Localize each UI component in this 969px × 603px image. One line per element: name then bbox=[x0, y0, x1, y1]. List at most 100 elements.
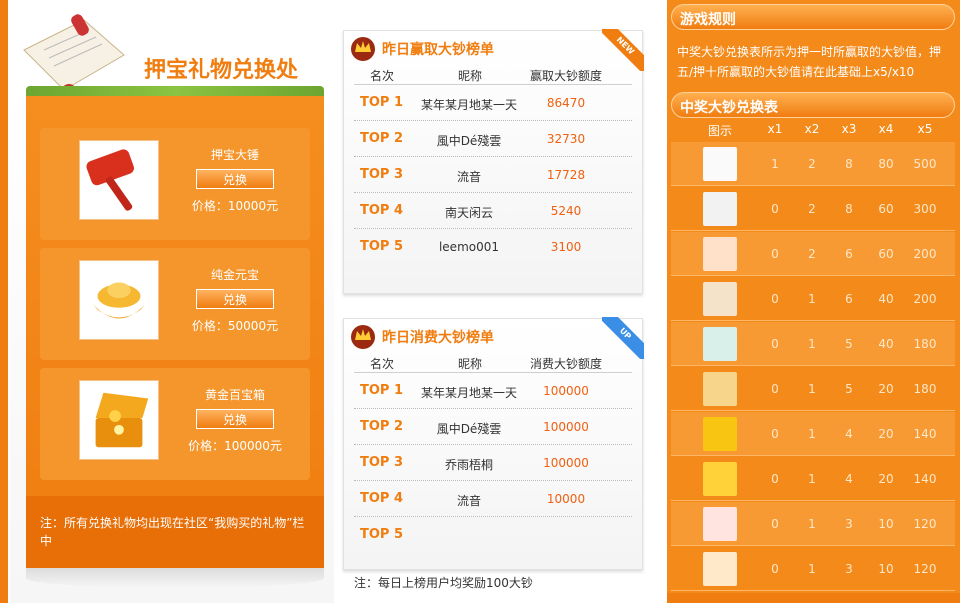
dumpling-icon bbox=[703, 282, 737, 316]
gold-ingot-icon bbox=[79, 260, 159, 340]
col-rank: 名次 bbox=[370, 357, 395, 371]
gift-price: 价格：10000元 bbox=[191, 199, 279, 213]
prize-value: 0 bbox=[771, 292, 779, 306]
rank-win-columns: 名次 昵称 赢取大钞额度 bbox=[354, 65, 632, 85]
rank-spend-columns: 名次 昵称 消费大钞额度 bbox=[354, 353, 632, 373]
prize-value: 40 bbox=[878, 337, 894, 351]
exchange-button-chest[interactable]: 兑换 bbox=[196, 409, 274, 429]
col-x5: x5 bbox=[917, 122, 933, 136]
rank-win-title: 昨日赢取大钞榜单 bbox=[382, 42, 494, 58]
table-header-bar: 中奖大钞兑换表 bbox=[671, 92, 955, 118]
table-row: 0 2 6 60 200 bbox=[671, 232, 955, 276]
prize-value: 0 bbox=[771, 382, 779, 396]
exchange-button-hammer[interactable]: 兑换 bbox=[196, 169, 274, 189]
treasure-chest-icon bbox=[79, 380, 159, 460]
exchange-button-ingot[interactable]: 兑换 bbox=[196, 289, 274, 309]
rank-spend-title: 昨日消费大钞榜单 bbox=[382, 330, 494, 346]
gift-price: 价格：100000元 bbox=[188, 439, 282, 453]
rank-value: 86470 bbox=[546, 96, 586, 110]
gift-card-ingot: 纯金元宝 兑换 价格：50000元 bbox=[40, 248, 310, 360]
rank-name: leemo001 bbox=[438, 240, 500, 254]
col-rank: 名次 bbox=[370, 69, 395, 83]
table-row: TOP 1 某年某月地某一天 86470 bbox=[354, 85, 632, 121]
prize-value: 40 bbox=[878, 292, 894, 306]
page-title: 押宝礼物兑换处 bbox=[144, 58, 299, 83]
rank-value: 32730 bbox=[546, 132, 586, 146]
prize-value: 3 bbox=[845, 517, 853, 531]
prize-value: 0 bbox=[771, 247, 779, 261]
table-row: TOP 1 某年某月地某一天 100000 bbox=[354, 373, 632, 409]
table-row: 0 1 3 10 120 bbox=[671, 547, 955, 591]
cookie-icon bbox=[703, 372, 737, 406]
panel-shadow bbox=[26, 568, 324, 588]
panel-bottom bbox=[667, 593, 960, 603]
table-row: TOP 2 風中Dé殘雲 100000 bbox=[354, 409, 632, 445]
rank-label: TOP 5 bbox=[360, 239, 404, 254]
rank-note: 注：每日上榜用户均奖励100大钞 bbox=[354, 576, 533, 590]
gift-name: 纯金元宝 bbox=[210, 268, 259, 282]
prize-value: 2 bbox=[808, 157, 816, 171]
prize-value: 6 bbox=[845, 292, 853, 306]
gift-price: 价格：50000元 bbox=[191, 319, 279, 333]
gift-exchange-panel: 押宝礼物兑换处 押宝大锤 兑换 价格：10000元 纯金元宝 兑换 价格：500… bbox=[10, 0, 334, 603]
tea-box-icon bbox=[703, 462, 737, 496]
col-value: 赢取大钞额度 bbox=[530, 69, 603, 83]
rank-label: TOP 4 bbox=[360, 203, 404, 218]
rank-label: TOP 5 bbox=[360, 527, 404, 542]
table-row: 0 1 6 40 200 bbox=[671, 277, 955, 321]
gift-card-hammer: 押宝大锤 兑换 价格：10000元 bbox=[40, 128, 310, 240]
rank-name: 南天闲云 bbox=[444, 206, 493, 220]
gift-info: 纯金元宝 兑换 价格：50000元 bbox=[180, 266, 290, 334]
rank-win-header: 昨日赢取大钞榜单 NEW bbox=[344, 29, 644, 71]
hammer-icon bbox=[79, 140, 159, 220]
prize-value: 4 bbox=[845, 472, 853, 486]
prize-value: 60 bbox=[878, 202, 894, 216]
rank-win-panel: 昨日赢取大钞榜单 NEW 名次 昵称 赢取大钞额度 TOP 1 某年某月地某一天 8… bbox=[343, 29, 644, 294]
prize-value: 1 bbox=[808, 337, 816, 351]
prize-value: 0 bbox=[771, 202, 779, 216]
table-row: 0 1 4 20 140 bbox=[671, 457, 955, 501]
prize-value: 20 bbox=[878, 382, 894, 396]
prize-value: 120 bbox=[913, 562, 937, 576]
gift-name: 黄金百宝箱 bbox=[204, 388, 265, 402]
prize-value: 0 bbox=[771, 472, 779, 486]
prize-value: 1 bbox=[771, 157, 779, 171]
rules-header: 游戏规则 bbox=[671, 4, 955, 30]
rules-text: 中奖大钞兑换表所示为押一时所赢取的大钞值，押五/押十所赢取的大钞值请在此基础上x… bbox=[677, 45, 942, 79]
prize-value: 180 bbox=[913, 337, 937, 351]
prize-value: 3 bbox=[845, 562, 853, 576]
rank-name: 風中Dé殘雲 bbox=[436, 422, 502, 436]
prize-value: 60 bbox=[878, 247, 894, 261]
table-title: 中奖大钞兑换表 bbox=[680, 100, 778, 116]
gift-info: 黄金百宝箱 兑换 价格：100000元 bbox=[180, 386, 290, 454]
table-row: TOP 4 流音 10000 bbox=[354, 481, 632, 517]
rank-value: 17728 bbox=[546, 168, 586, 182]
prize-value: 200 bbox=[913, 292, 937, 306]
bottle-icon bbox=[703, 327, 737, 361]
gift-card-chest: 黄金百宝箱 兑换 价格：100000元 bbox=[40, 368, 310, 480]
lipton-icon bbox=[703, 417, 737, 451]
prize-value: 0 bbox=[771, 562, 779, 576]
rank-spend-panel: 昨日消费大钞榜单 UP 名次 昵称 消费大钞额度 TOP 1 某年某月地某一天 10… bbox=[343, 317, 644, 570]
rank-label: TOP 1 bbox=[360, 95, 404, 110]
gift-info: 押宝大锤 兑换 价格：10000元 bbox=[180, 146, 290, 214]
prize-table-columns: 图示 x1 x2 x3 x4 x5 bbox=[671, 120, 955, 140]
prize-value: 4 bbox=[845, 427, 853, 441]
rank-name: 某年某月地某一天 bbox=[420, 386, 517, 400]
rank-label: TOP 2 bbox=[360, 131, 404, 146]
prize-value: 6 bbox=[845, 247, 853, 261]
prize-value: 1 bbox=[808, 517, 816, 531]
rank-spend-header: 昨日消费大钞榜单 UP bbox=[344, 317, 644, 359]
prize-value: 1 bbox=[808, 427, 816, 441]
left-edge-strip bbox=[0, 0, 8, 603]
santa-icon bbox=[703, 507, 737, 541]
table-row: TOP 4 南天闲云 5240 bbox=[354, 193, 632, 229]
prize-value: 300 bbox=[913, 202, 937, 216]
pumpkin-icon bbox=[703, 552, 737, 586]
prize-table-panel: 游戏规则 中奖大钞兑换表所示为押一时所赢取的大钞值，押五/押十所赢取的大钞值请在… bbox=[667, 0, 960, 603]
crown-icon bbox=[351, 37, 375, 61]
table-row: 1 2 8 80 500 bbox=[671, 142, 955, 186]
page-frame: 押宝礼物兑换处 押宝大锤 兑换 价格：10000元 纯金元宝 兑换 价格：500… bbox=[0, 0, 969, 603]
sheep-icon bbox=[703, 147, 737, 181]
col-x4: x4 bbox=[878, 122, 894, 136]
